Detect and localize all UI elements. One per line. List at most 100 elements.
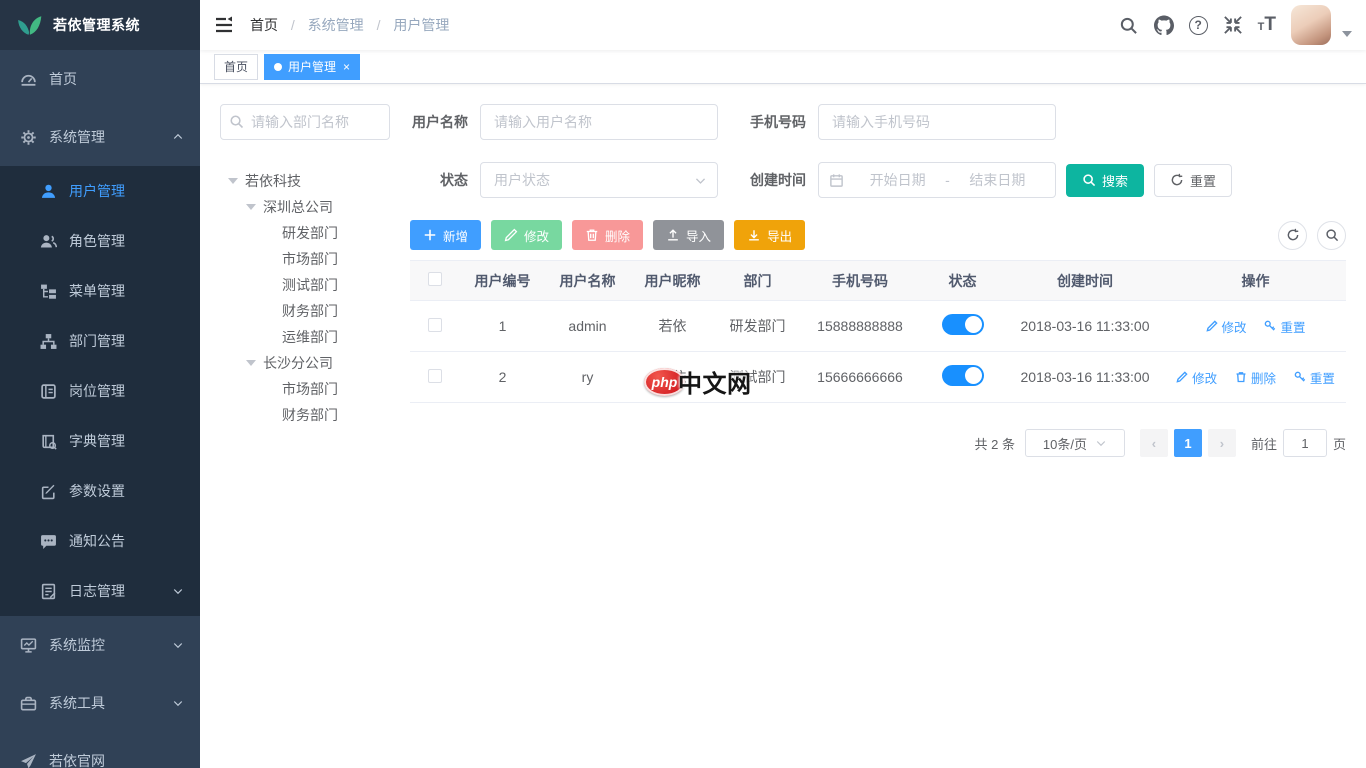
tree-node[interactable]: 测试部门 xyxy=(220,272,390,298)
tab-home[interactable]: 首页 xyxy=(214,54,258,80)
row-edit-link[interactable]: 修改 xyxy=(1176,368,1217,387)
page-size-select[interactable]: 10条/页 xyxy=(1025,429,1125,457)
sidebar-item-menus[interactable]: 菜单管理 xyxy=(0,266,200,316)
dict-icon xyxy=(40,433,57,450)
row-checkbox[interactable] xyxy=(428,318,442,332)
chevron-up-icon xyxy=(172,131,184,143)
tree-node[interactable]: 市场部门 xyxy=(220,246,390,272)
fullscreen-icon[interactable] xyxy=(1223,15,1243,35)
paper-plane-icon xyxy=(20,753,37,768)
dept-search-input[interactable] xyxy=(220,104,390,140)
tree-node[interactable]: 财务部门 xyxy=(220,298,390,324)
row-reset-pwd-link[interactable]: 重置 xyxy=(1294,368,1335,387)
chevron-down-icon xyxy=(172,639,184,651)
active-tab-dot xyxy=(274,63,282,71)
tree-node[interactable]: 长沙分公司 xyxy=(220,350,390,376)
avatar-caret-icon[interactable] xyxy=(1342,31,1352,37)
col-created: 创建时间 xyxy=(1005,261,1165,301)
sidebar-item-depts[interactable]: 部门管理 xyxy=(0,316,200,366)
log-icon xyxy=(40,583,57,600)
goto-page-input[interactable] xyxy=(1283,429,1327,457)
gear-icon xyxy=(20,129,37,146)
dashboard-icon xyxy=(20,71,37,88)
edit-icon xyxy=(40,483,57,500)
reset-button[interactable]: 重置 xyxy=(1154,164,1232,197)
refresh-table-button[interactable] xyxy=(1278,221,1307,250)
monitor-icon xyxy=(20,637,37,654)
table-row: 2 ry 若依 测试部门 15666666666 2018-03-16 11:3… xyxy=(410,352,1346,403)
phone-label: 手机号码 xyxy=(748,112,818,132)
row-reset-pwd-link[interactable]: 重置 xyxy=(1264,317,1305,336)
row-checkbox[interactable] xyxy=(428,369,442,383)
status-switch[interactable] xyxy=(942,314,984,335)
edit-button[interactable]: 修改 xyxy=(491,220,562,250)
navbar-actions: ? TT xyxy=(1119,5,1352,45)
status-switch[interactable] xyxy=(942,365,984,386)
status-select[interactable]: 用户状态 xyxy=(480,162,718,198)
add-button[interactable]: 新增 xyxy=(410,220,481,250)
search-button[interactable]: 搜索 xyxy=(1066,164,1144,197)
tags-bar: 首页 用户管理 × xyxy=(200,50,1366,84)
prev-page-button[interactable]: ‹ xyxy=(1140,429,1168,457)
tree-node[interactable]: 财务部门 xyxy=(220,402,390,428)
chevron-down-icon xyxy=(172,697,184,709)
tree-node[interactable]: 运维部门 xyxy=(220,324,390,350)
breadcrumb-home[interactable]: 首页 xyxy=(250,17,278,33)
sidebar-item-dicts[interactable]: 字典管理 xyxy=(0,416,200,466)
select-all-checkbox[interactable] xyxy=(428,272,442,286)
col-phone: 手机号码 xyxy=(800,261,920,301)
tab-close-icon[interactable]: × xyxy=(343,61,350,73)
tree-caret-icon[interactable] xyxy=(246,204,256,210)
tool-icon xyxy=(20,695,37,712)
upload-icon xyxy=(666,228,680,242)
refresh-icon xyxy=(1170,173,1184,187)
col-nickname: 用户昵称 xyxy=(630,261,715,301)
export-button[interactable]: 导出 xyxy=(734,220,805,250)
tree-node[interactable]: 研发部门 xyxy=(220,220,390,246)
tree-node[interactable]: 若依科技 xyxy=(220,168,390,194)
pencil-icon xyxy=(1206,320,1218,332)
system-submenu: 用户管理 角色管理 菜单管理 xyxy=(0,166,200,616)
tree-table-icon xyxy=(40,283,57,300)
sidebar-item-users[interactable]: 用户管理 xyxy=(0,166,200,216)
username-input[interactable] xyxy=(480,104,718,140)
user-panel: 用户名称 手机号码 状态 用户状态 创建时间 xyxy=(410,104,1346,457)
phone-input[interactable] xyxy=(818,104,1056,140)
sidebar-item-tools[interactable]: 系统工具 xyxy=(0,674,200,732)
font-size-icon[interactable]: TT xyxy=(1258,14,1276,36)
tree-caret-icon[interactable] xyxy=(228,178,238,184)
tab-user-management[interactable]: 用户管理 × xyxy=(264,54,360,80)
org-tree-icon xyxy=(40,333,57,350)
sidebar-item-home[interactable]: 首页 xyxy=(0,50,200,108)
tree-node[interactable]: 市场部门 xyxy=(220,376,390,402)
chevron-down-icon xyxy=(694,174,707,187)
sidebar-item-logs[interactable]: 日志管理 xyxy=(0,566,200,616)
user-avatar[interactable] xyxy=(1291,5,1331,45)
sidebar-item-roles[interactable]: 角色管理 xyxy=(0,216,200,266)
tree-node[interactable]: 深圳总公司 xyxy=(220,194,390,220)
tree-caret-icon[interactable] xyxy=(246,360,256,366)
github-icon[interactable] xyxy=(1154,15,1174,35)
toggle-search-button[interactable] xyxy=(1317,221,1346,250)
sidebar-fold-icon[interactable] xyxy=(214,15,234,35)
key-icon xyxy=(1294,371,1306,383)
sidebar-item-system[interactable]: 系统管理 xyxy=(0,108,200,166)
sidebar-item-params[interactable]: 参数设置 xyxy=(0,466,200,516)
page-number-1[interactable]: 1 xyxy=(1174,429,1202,457)
delete-button[interactable]: 删除 xyxy=(572,220,643,250)
sidebar-item-notice[interactable]: 通知公告 xyxy=(0,516,200,566)
help-icon[interactable]: ? xyxy=(1189,16,1208,35)
dept-search-icon xyxy=(229,114,244,129)
row-edit-link[interactable]: 修改 xyxy=(1206,317,1247,336)
header-search-icon[interactable] xyxy=(1119,15,1139,35)
sidebar-menu: 首页 系统管理 用户管理 xyxy=(0,50,200,768)
import-button[interactable]: 导入 xyxy=(653,220,724,250)
sidebar-item-website[interactable]: 若依官网 xyxy=(0,732,200,768)
row-delete-link[interactable]: 删除 xyxy=(1235,368,1276,387)
created-label: 创建时间 xyxy=(748,170,818,190)
next-page-button[interactable]: › xyxy=(1208,429,1236,457)
app-logo[interactable]: 若依管理系统 xyxy=(0,0,200,50)
sidebar-item-monitor[interactable]: 系统监控 xyxy=(0,616,200,674)
date-range-picker[interactable]: 开始日期 - 结束日期 xyxy=(818,162,1056,198)
sidebar-item-posts[interactable]: 岗位管理 xyxy=(0,366,200,416)
